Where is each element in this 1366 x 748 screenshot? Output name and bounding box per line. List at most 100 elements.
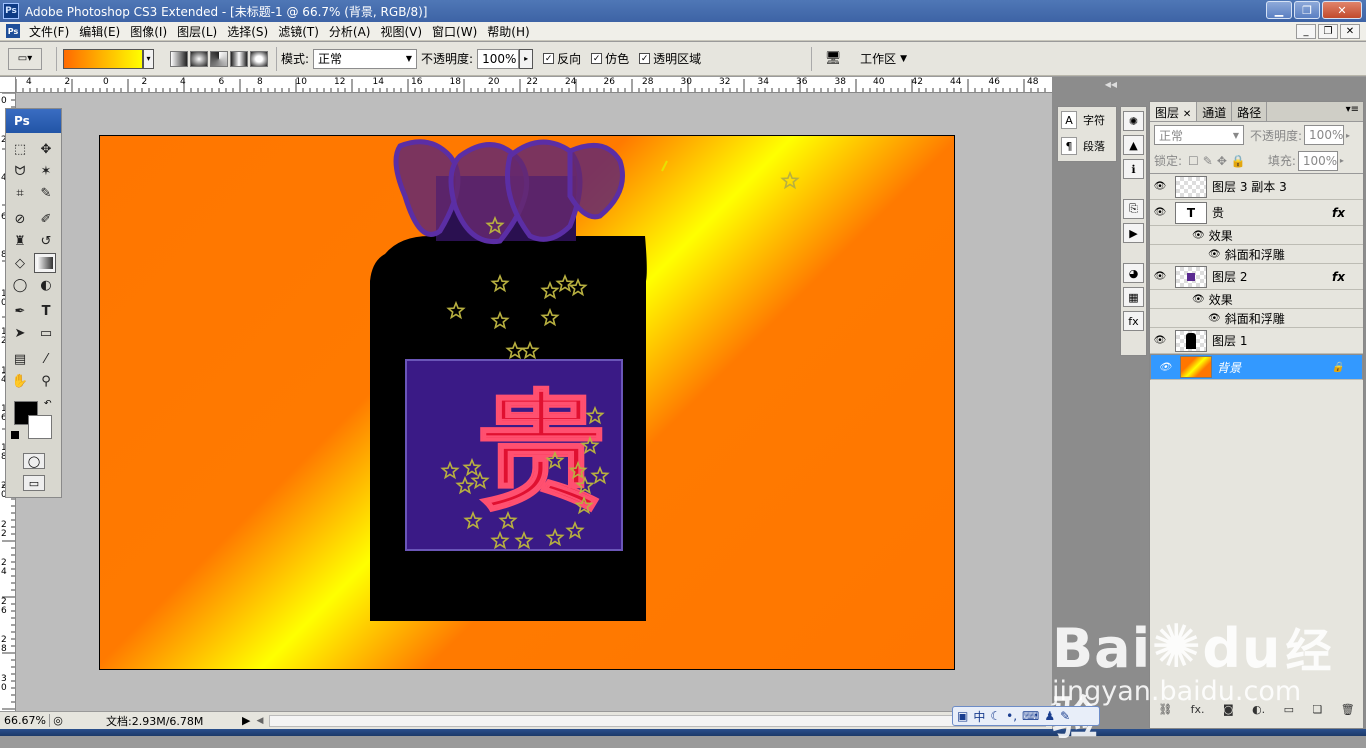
zoom-tool-icon[interactable]: ⚲ xyxy=(35,371,57,391)
ime-language[interactable]: 中 xyxy=(973,708,985,725)
type-tool-icon[interactable]: T xyxy=(35,301,57,321)
gradient-preview[interactable] xyxy=(63,48,143,69)
doc-close-button[interactable]: ✕ xyxy=(1340,24,1360,39)
layer-opacity-input[interactable]: 100% xyxy=(1304,125,1345,145)
navigator-icon[interactable]: ✺ xyxy=(1123,111,1144,131)
blend-mode-select[interactable]: 正常 ▼ xyxy=(1154,125,1244,145)
lock-icons[interactable]: ☐✎✥🔒 xyxy=(1188,154,1250,168)
transparency-checkbox[interactable]: ✓ 透明区域 xyxy=(639,50,701,67)
workspace-arrow-icon[interactable]: ▼ xyxy=(900,54,907,64)
history-brush-icon[interactable]: ↺ xyxy=(35,231,57,251)
status-arrow-icon[interactable]: ▶ xyxy=(242,714,250,727)
eraser-tool-icon[interactable]: ◇ xyxy=(9,253,31,273)
brush-tool-icon[interactable]: ✐ xyxy=(35,209,57,229)
ruler-origin[interactable] xyxy=(0,77,16,93)
menu-window[interactable]: 窗口(W) xyxy=(427,23,482,40)
fill-arrow[interactable]: ▸ xyxy=(1340,156,1344,165)
fill-input[interactable]: 100% xyxy=(1297,150,1338,171)
crop-tool-icon[interactable]: ⌗ xyxy=(9,183,31,203)
restore-button[interactable]: ❐ xyxy=(1294,1,1320,19)
move-tool-icon[interactable]: ✥ xyxy=(35,139,57,159)
radial-gradient-button[interactable] xyxy=(190,50,208,67)
menu-select[interactable]: 选择(S) xyxy=(222,23,273,40)
history-icon[interactable]: ⎘ xyxy=(1123,199,1144,219)
layer-opacity-arrow[interactable]: ▸ xyxy=(1346,131,1350,140)
layer-row-selected[interactable]: 👁 背景 🔒 xyxy=(1150,354,1363,380)
doc-restore-button[interactable]: ❐ xyxy=(1318,24,1338,39)
tab-channels[interactable]: 通道 xyxy=(1197,102,1233,121)
zoom-level[interactable]: 66.67% xyxy=(0,714,50,727)
status-menu-icon[interactable]: ◎ xyxy=(50,714,66,727)
menu-help[interactable]: 帮助(H) xyxy=(482,23,534,40)
canvas-area[interactable]: 贵 xyxy=(16,93,1052,711)
background-color-swatch[interactable] xyxy=(28,415,52,439)
actions-icon[interactable]: ▶ xyxy=(1123,223,1144,243)
hand-tool-icon[interactable]: ✋ xyxy=(9,371,31,391)
dither-checkbox[interactable]: ✓ 仿色 xyxy=(591,50,629,67)
shape-tool-icon[interactable]: ▭ xyxy=(35,323,57,343)
opacity-slider-arrow[interactable]: ▸ xyxy=(519,48,534,69)
linear-gradient-button[interactable] xyxy=(170,50,188,67)
swap-colors-icon[interactable]: ↶ xyxy=(44,399,52,409)
close-button[interactable]: ✕ xyxy=(1322,1,1362,19)
slice-tool-icon[interactable]: ✎ xyxy=(35,183,57,203)
effects-row[interactable]: 👁 效果 xyxy=(1150,290,1363,309)
styles-icon[interactable]: fx xyxy=(1123,311,1144,331)
document-canvas[interactable]: 贵 xyxy=(99,135,955,670)
menu-filter[interactable]: 滤镜(T) xyxy=(273,23,324,40)
tab-layers[interactable]: 图层 ✕ xyxy=(1150,102,1198,121)
marquee-tool-icon[interactable]: ⬚ xyxy=(9,139,31,159)
dodge-tool-icon[interactable]: ◐ xyxy=(35,275,57,295)
tab-paths[interactable]: 路径 xyxy=(1232,102,1268,121)
menu-file[interactable]: 文件(F) xyxy=(24,23,74,40)
info-icon[interactable]: ℹ xyxy=(1123,159,1144,179)
minimize-button[interactable]: ▁ xyxy=(1266,1,1292,19)
document-icon[interactable]: Ps xyxy=(6,24,20,38)
layer-row[interactable]: 👁 图层 1 xyxy=(1150,328,1363,354)
visibility-eye-icon[interactable]: 👁 xyxy=(1150,335,1170,346)
reverse-checkbox[interactable]: ✓ 反向 xyxy=(543,50,581,67)
path-selection-icon[interactable]: ➤ xyxy=(9,323,31,343)
visibility-eye-icon[interactable]: 👁 xyxy=(1150,207,1170,218)
visibility-eye-icon[interactable]: 👁 xyxy=(1155,362,1175,373)
healing-brush-icon[interactable]: ⊘ xyxy=(9,209,31,229)
notes-tool-icon[interactable]: ▤ xyxy=(9,349,31,369)
reflected-gradient-button[interactable] xyxy=(230,50,248,67)
angle-gradient-button[interactable] xyxy=(210,50,228,67)
default-colors-icon[interactable] xyxy=(11,431,19,439)
blur-tool-icon[interactable]: ◯ xyxy=(9,275,31,295)
bevel-emboss-row[interactable]: 👁 斜面和浮雕 xyxy=(1150,245,1363,264)
bevel-emboss-row[interactable]: 👁 斜面和浮雕 xyxy=(1150,309,1363,328)
histogram-icon[interactable]: ▲ xyxy=(1123,135,1144,155)
effects-row[interactable]: 👁 效果 xyxy=(1150,226,1363,245)
color-icon[interactable]: ◕ xyxy=(1123,263,1144,283)
gradient-tool-icon[interactable] xyxy=(34,253,56,273)
layer-row[interactable]: 👁 T 贵 fx xyxy=(1150,200,1363,226)
visibility-eye-icon[interactable]: 👁 xyxy=(1150,181,1170,192)
menu-edit[interactable]: 编辑(E) xyxy=(74,23,125,40)
menu-view[interactable]: 视图(V) xyxy=(375,23,427,40)
paragraph-panel-button[interactable]: ¶ 段落 xyxy=(1058,133,1116,159)
workspace-button[interactable]: 工作区 xyxy=(860,50,896,67)
swatches-icon[interactable]: ▦ xyxy=(1123,287,1144,307)
gradient-picker-arrow[interactable]: ▾ xyxy=(143,48,154,69)
tool-preset-picker[interactable]: ▭▾ xyxy=(8,47,42,70)
ime-toolbar[interactable]: ▣ 中 ☾ •, ⌨ ♟ ✎ xyxy=(952,706,1100,726)
quick-mask-icon[interactable]: ◯ xyxy=(23,453,45,469)
scroll-left-icon[interactable]: ◀ xyxy=(256,716,263,726)
bridge-icon[interactable]: 🖥 xyxy=(820,49,846,69)
magic-wand-icon[interactable]: ✶ xyxy=(35,161,57,181)
character-panel-button[interactable]: A 字符 xyxy=(1058,107,1116,133)
eyedropper-icon[interactable]: ⁄ xyxy=(35,349,57,369)
lasso-tool-icon[interactable]: ᗢ xyxy=(9,161,31,181)
pen-tool-icon[interactable]: ✒ xyxy=(9,301,31,321)
fx-icon[interactable]: fx xyxy=(1332,270,1345,284)
menu-image[interactable]: 图像(I) xyxy=(125,23,172,40)
mode-select[interactable]: 正常 ▼ xyxy=(313,48,418,69)
stamp-tool-icon[interactable]: ♜ xyxy=(9,231,31,251)
layer-row[interactable]: 👁 图层 3 副本 3 xyxy=(1150,174,1363,200)
menu-analysis[interactable]: 分析(A) xyxy=(324,23,376,40)
screen-mode-icon[interactable]: ▭ xyxy=(23,475,45,491)
collapse-dock-icon[interactable]: ◀◀ xyxy=(1057,80,1117,90)
visibility-eye-icon[interactable]: 👁 xyxy=(1150,271,1170,282)
